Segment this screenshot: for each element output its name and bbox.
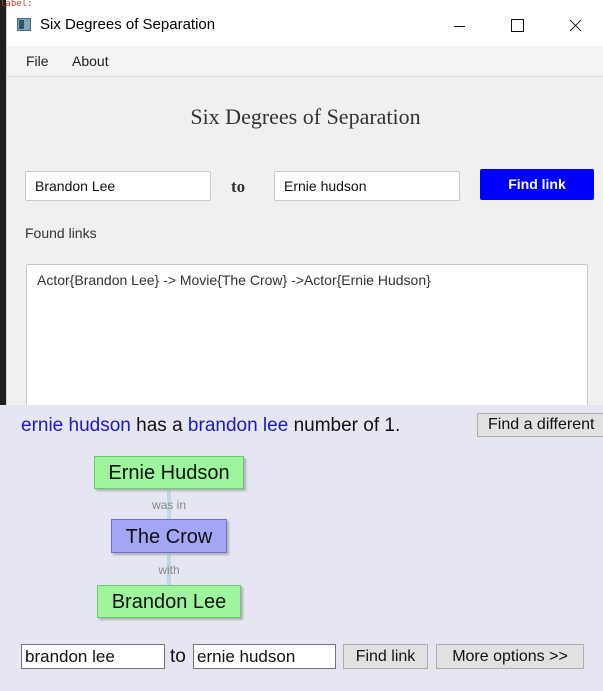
- edge-label-was-in: was in: [151, 498, 186, 512]
- bottom-to-label: to: [170, 646, 186, 667]
- menu-file[interactable]: File: [26, 53, 49, 69]
- bottom-from-input[interactable]: brandon lee: [21, 644, 165, 669]
- maximize-button[interactable]: [489, 6, 545, 46]
- app-window: Six Degrees of Separation File About Six…: [6, 6, 603, 414]
- find-link-button[interactable]: Find link: [480, 169, 594, 200]
- bottom-to-input[interactable]: ernie hudson: [193, 644, 336, 669]
- actor-b-link[interactable]: brandon lee: [188, 415, 288, 436]
- found-links-textarea[interactable]: Actor{Brandon Lee} -> Movie{The Crow} ->…: [26, 264, 588, 414]
- to-actor-input[interactable]: Ernie hudson: [274, 171, 460, 201]
- menu-bar: File About: [7, 46, 603, 77]
- edge-label-with: with: [158, 563, 180, 577]
- web-result-panel: ernie hudson has a brandon lee number of…: [0, 405, 603, 691]
- graph-node-actor[interactable]: Ernie Hudson: [94, 456, 244, 489]
- more-options-button[interactable]: More options >>: [436, 644, 584, 669]
- from-actor-input[interactable]: Brandon Lee: [25, 171, 211, 201]
- title-bar: Six Degrees of Separation: [7, 6, 603, 46]
- graph-node-movie[interactable]: The Crow: [111, 519, 227, 553]
- minimize-button[interactable]: [431, 6, 487, 46]
- actor-a-link[interactable]: ernie hudson: [21, 415, 131, 436]
- bottom-find-link-button[interactable]: Find link: [343, 644, 428, 669]
- window-title: Six Degrees of Separation: [40, 16, 216, 33]
- graph-node-actor[interactable]: Brandon Lee: [97, 585, 241, 618]
- app-heading: Six Degrees of Separation: [190, 104, 421, 129]
- close-button[interactable]: [547, 6, 603, 46]
- sentence-tail: number of 1.: [288, 415, 401, 436]
- result-line: Actor{Brandon Lee} -> Movie{The Crow} ->…: [37, 272, 431, 288]
- sentence-mid: has a: [130, 415, 188, 436]
- to-label: to: [231, 177, 246, 196]
- result-sentence: ernie hudson has a brandon lee number of…: [21, 415, 400, 437]
- found-links-label: Found links: [25, 225, 97, 241]
- find-different-button[interactable]: Find a different: [477, 413, 603, 437]
- app-icon: [17, 18, 31, 31]
- menu-about[interactable]: About: [72, 53, 109, 69]
